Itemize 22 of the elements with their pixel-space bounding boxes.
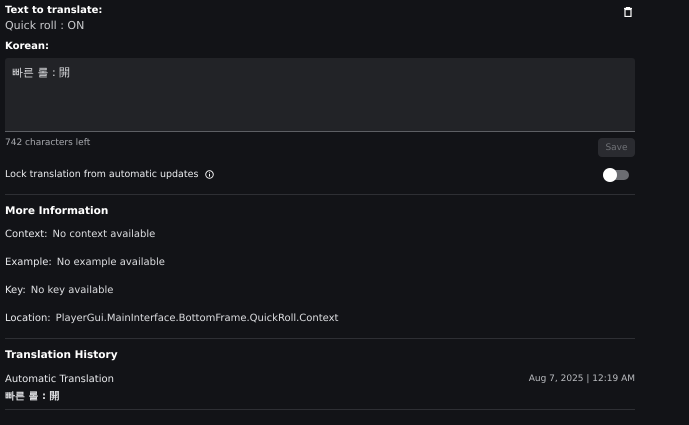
section-label: Text to translate: bbox=[5, 5, 102, 16]
field-value: PlayerGui.MainInterface.BottomFrame.QuickRoll.Context bbox=[56, 313, 338, 324]
history-source: Automatic Translation bbox=[5, 374, 114, 385]
section-heading: Translation History bbox=[5, 349, 119, 361]
field-label: Context: bbox=[5, 229, 48, 240]
source-text: Quick roll : ON bbox=[5, 19, 86, 32]
lock-label: Lock translation from automatic updates bbox=[5, 169, 198, 180]
field-value: No context available bbox=[52, 229, 156, 240]
character-count: 742 characters left bbox=[5, 138, 90, 148]
language-label: Korean: bbox=[5, 41, 50, 52]
field-label: Key: bbox=[5, 285, 26, 296]
history-timestamp: Aug 7, 2025 | 12:19 AM bbox=[528, 374, 635, 385]
field-value: No key available bbox=[30, 285, 114, 296]
translation-input[interactable]: 빠른 롤 : 開 bbox=[5, 58, 635, 132]
info-icon[interactable] bbox=[205, 170, 214, 179]
toggle-switch[interactable] bbox=[605, 170, 629, 180]
trash-icon[interactable] bbox=[624, 7, 632, 17]
history-text: 빠른 롤 : 開 bbox=[5, 390, 60, 403]
section-heading: More Information bbox=[5, 205, 110, 217]
field-label: Example: bbox=[5, 257, 52, 268]
field-label: Location: bbox=[5, 313, 51, 324]
field-value: No example available bbox=[56, 257, 165, 268]
